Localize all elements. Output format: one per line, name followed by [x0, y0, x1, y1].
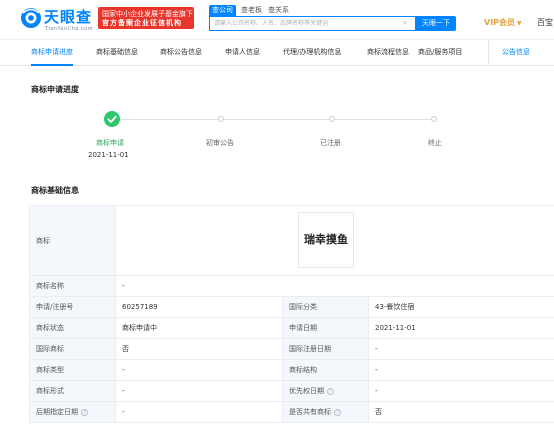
top-header: 天眼查 TianYanCha.com 国家中小企业发展子基金旗下 官方备案企业征…: [0, 0, 554, 40]
row-key: 国际分类: [282, 296, 369, 318]
row-key: 申请/注册号: [29, 296, 116, 318]
trademark-key: 商标: [29, 205, 116, 276]
clear-icon[interactable]: ×: [402, 19, 408, 27]
tab-announcement-info[interactable]: 商标公告信息: [160, 40, 202, 66]
row-value: -: [115, 359, 283, 381]
row-value: -: [367, 359, 554, 381]
row-value: -: [115, 380, 283, 402]
help-icon[interactable]: ?: [81, 408, 88, 416]
vip-member-menu[interactable]: VIP会员 ▼: [484, 17, 522, 28]
search-tab-company[interactable]: 查公司: [209, 5, 236, 16]
step-label-preliminary: 初审公告: [206, 139, 234, 147]
row-key-with-help: 是否共有商标?: [282, 401, 369, 423]
row-value: 商标申请中: [115, 317, 283, 339]
logo-domain: TianYanCha.com: [45, 26, 94, 32]
row-value: -: [115, 401, 283, 423]
search-tab-boss[interactable]: 查老板: [238, 5, 265, 16]
table-row: 后期指定日期? - 是否共有商标? 否: [29, 401, 554, 423]
tab-process-info[interactable]: 商标流程信息: [367, 40, 409, 66]
step-dot-terminated: [431, 116, 437, 122]
table-row: 商标形式 - 优先权日期? -: [29, 380, 554, 402]
step-label-application: 商标申请: [96, 139, 124, 147]
row-value: 2021-11-01: [367, 317, 554, 339]
official-badge: 国家中小企业发展子基金旗下 官方备案企业征信机构: [98, 7, 194, 29]
row-key: 商标名称: [29, 275, 116, 297]
row-value: 否: [367, 401, 554, 423]
row-value: -: [367, 380, 554, 402]
row-key-with-help: 优先权日期?: [282, 380, 369, 402]
progress-line-3: [335, 119, 431, 120]
row-key-with-help: 后期指定日期?: [29, 401, 116, 423]
row-value: -: [114, 275, 554, 297]
row-value: -: [367, 338, 554, 360]
step-date-application: 2021-11-01: [88, 151, 129, 159]
tianyancha-logo-icon[interactable]: [20, 7, 42, 29]
row-key: 商标类型: [29, 359, 116, 381]
tab-goods-services[interactable]: 商品/服务项目: [418, 40, 462, 66]
row-key-label: 后期指定日期: [36, 408, 78, 416]
row-key-label: 优先权日期: [289, 387, 324, 395]
progress-line-1: [120, 119, 218, 120]
tab-applicant-info[interactable]: 申请人信息: [225, 40, 260, 66]
table-row: 申请/注册号 60257189 国际分类 43-餐饮住宿: [29, 296, 554, 318]
step-label-registered: 已注册: [320, 139, 341, 147]
row-value: 60257189: [115, 296, 283, 318]
row-key: 商标结构: [282, 359, 369, 381]
progress-title: 商标申请进度: [31, 85, 79, 94]
search-box: ×: [209, 16, 416, 31]
trademark-image[interactable]: 瑞幸摸鱼: [298, 212, 354, 268]
baibao-link[interactable]: 百宝: [537, 17, 553, 28]
help-icon[interactable]: ?: [334, 408, 341, 416]
search-input[interactable]: [214, 18, 399, 29]
caret-down-icon: ▼: [517, 20, 522, 27]
step-dot-preliminary: [218, 116, 224, 122]
table-row: 商标名称 -: [29, 275, 554, 297]
table-row: 商标: [29, 205, 554, 276]
progress-line-2: [224, 119, 329, 120]
section-tabs: 商标申请进度 商标基础信息 商标公告信息 申请人信息 代理/办理机构信息 商标流…: [0, 40, 554, 66]
tab-application-progress[interactable]: 商标申请进度: [31, 40, 73, 66]
table-row: 国际商标 否 国际注册日期 -: [29, 338, 554, 360]
tab-basic-info[interactable]: 商标基础信息: [96, 40, 138, 66]
table-row: 商标状态 商标申请中 申请日期 2021-11-01: [29, 317, 554, 339]
search-tab-relation[interactable]: 查关系: [265, 5, 292, 16]
vip-label: VIP会员: [484, 18, 516, 27]
tab-agency-info[interactable]: 代理/办理机构信息: [283, 40, 341, 66]
step-done-check-icon: [104, 111, 120, 127]
row-value: 43-餐饮住宿: [367, 296, 554, 318]
logo-name[interactable]: 天眼查: [44, 6, 92, 27]
tab-divider: [488, 40, 489, 66]
tab-notice-info[interactable]: 公告信息: [502, 40, 530, 66]
row-key: 商标形式: [29, 380, 116, 402]
search-button[interactable]: 天眼一下: [416, 16, 456, 31]
table-row: 商标类型 - 商标结构 -: [29, 359, 554, 381]
row-key: 国际注册日期: [282, 338, 369, 360]
step-dot-registered: [329, 116, 335, 122]
step-label-terminated: 终止: [428, 139, 442, 147]
check-icon: [107, 115, 117, 123]
row-key: 商标状态: [29, 317, 116, 339]
row-key: 国际商标: [29, 338, 116, 360]
basic-info-table: 商标 商标名称 - 申请/注册号 60257189 国际分类 43-餐饮住宿 商…: [29, 205, 554, 423]
badge-line2: 官方备案企业征信机构: [102, 19, 182, 27]
row-value: 否: [115, 338, 283, 360]
help-icon[interactable]: ?: [327, 387, 334, 395]
row-key-label: 是否共有商标: [289, 408, 331, 416]
basic-info-title: 商标基础信息: [31, 186, 79, 195]
row-key: 申请日期: [282, 317, 369, 339]
